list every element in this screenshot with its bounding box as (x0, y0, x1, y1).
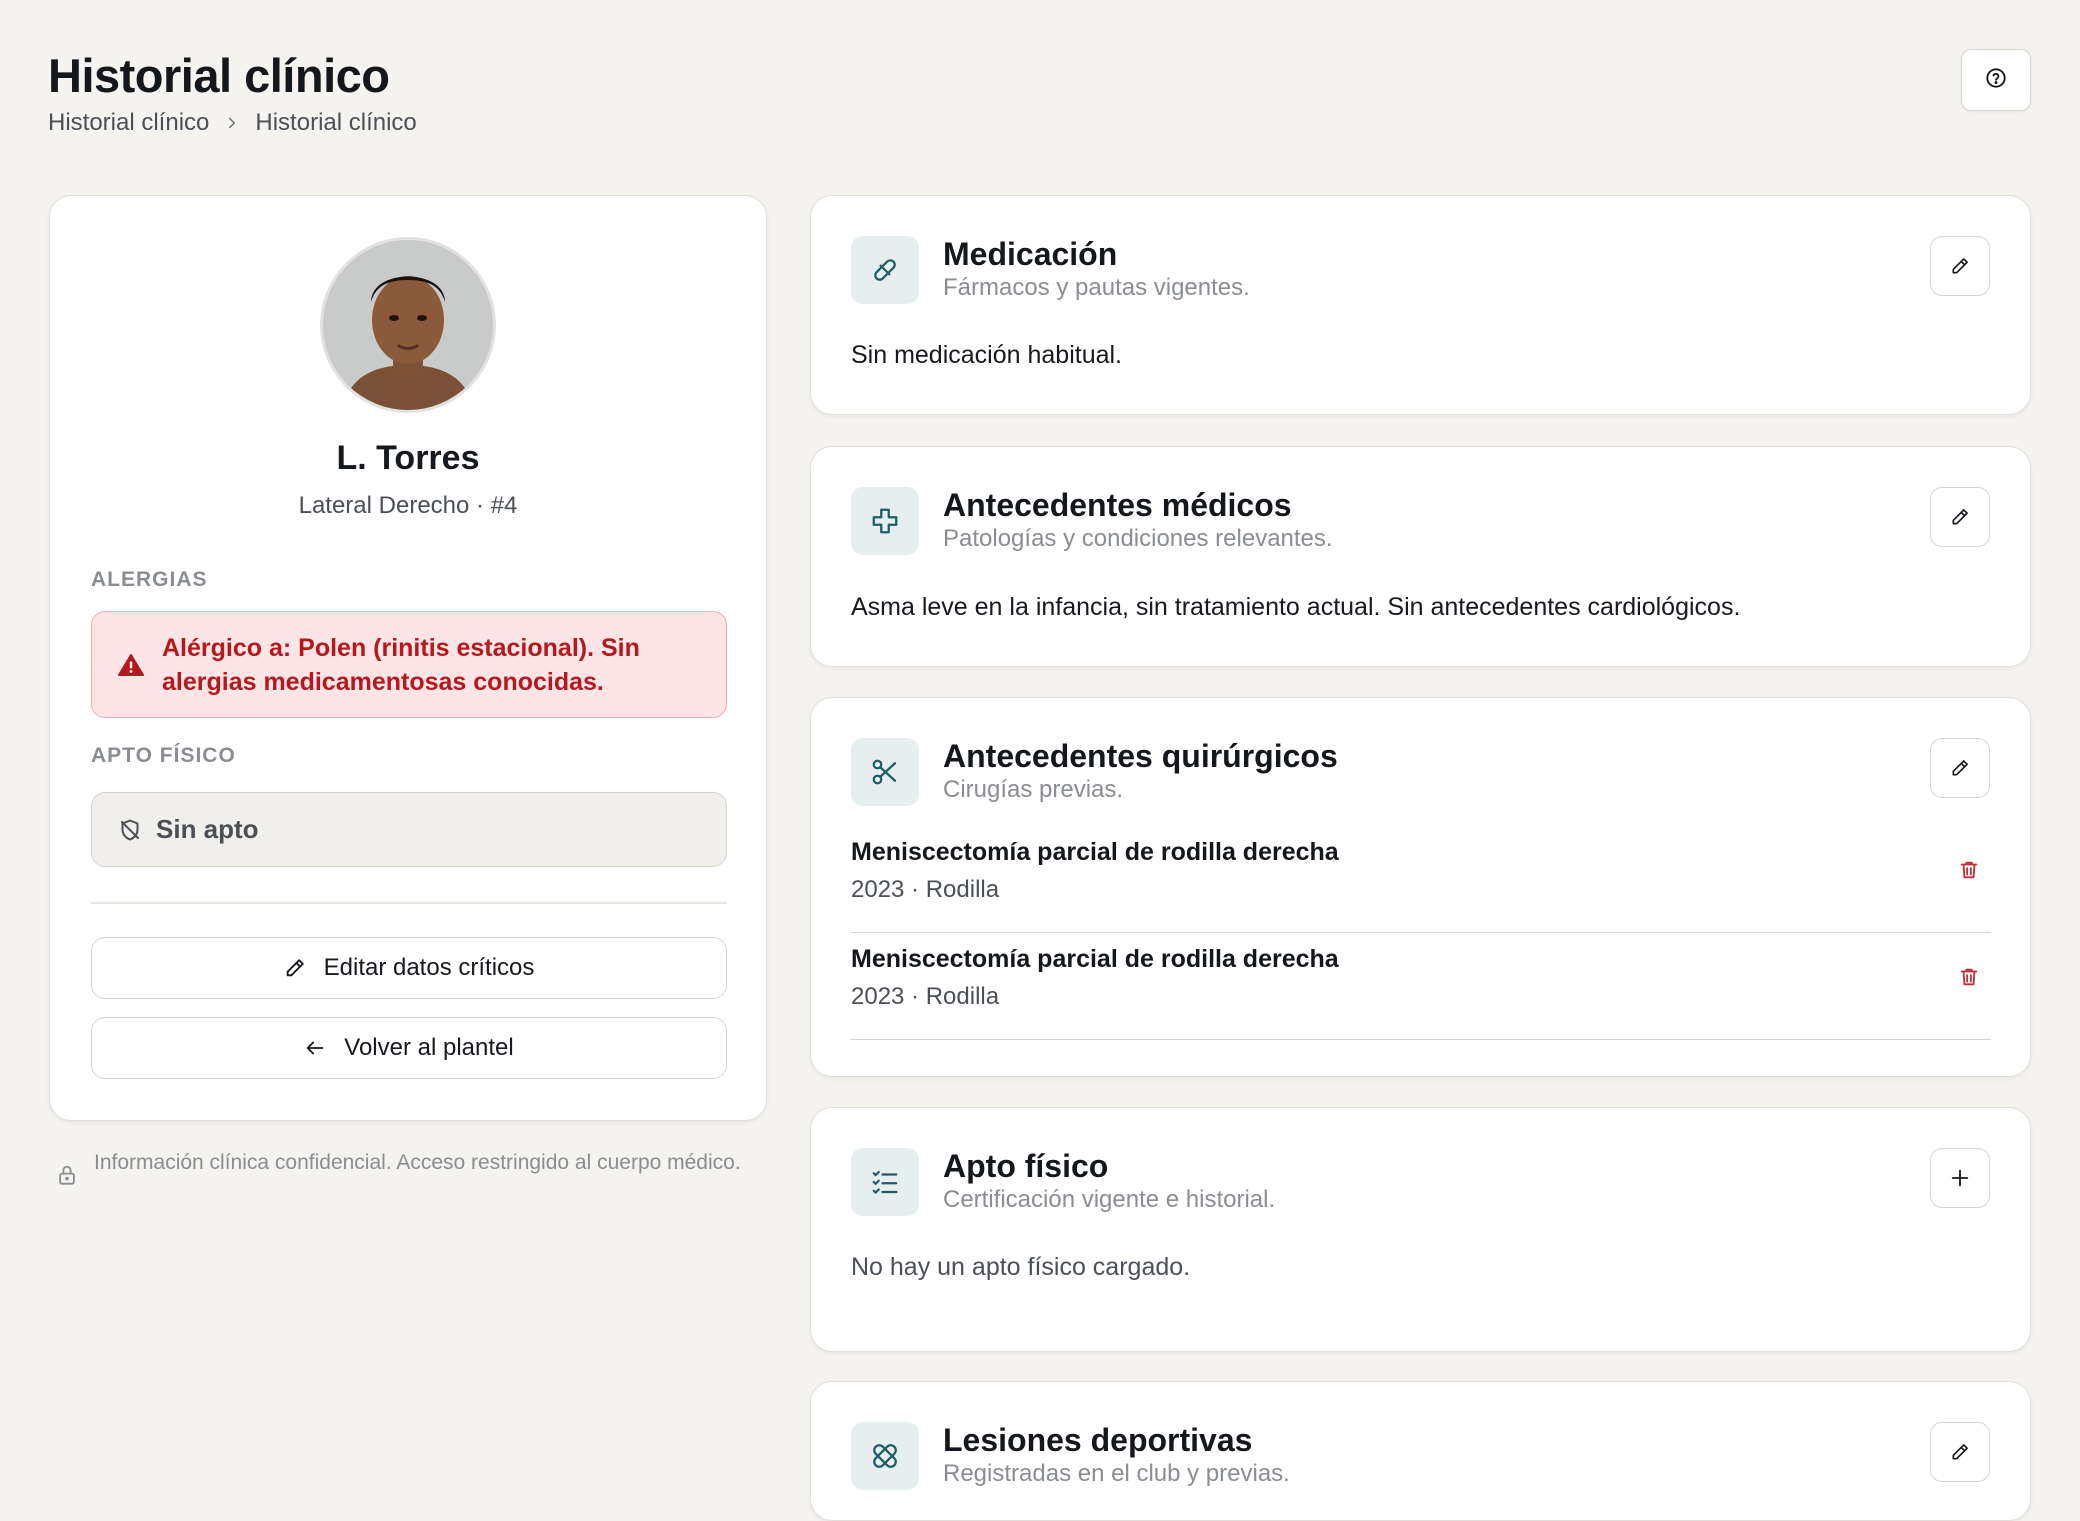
medication-title: Medicación (943, 236, 1118, 272)
medical-history-subtitle: Patologías y condiciones relevantes. (943, 525, 1333, 552)
surgery-name: Meniscectomía parcial de rodilla derecha (851, 838, 1339, 866)
player-position-number: Lateral Derecho · #4 (298, 492, 518, 519)
edit-surgical-history-button[interactable] (1930, 738, 1990, 798)
trash-icon (1958, 859, 1980, 881)
player-name: L. Torres (336, 439, 480, 477)
sports-injuries-title: Lesiones deportivas (943, 1422, 1253, 1458)
plus-icon (1949, 1167, 1971, 1189)
breadcrumb-item-root[interactable]: Historial clínico (48, 109, 209, 137)
medication-body: Sin medicación habitual. (851, 341, 1122, 369)
medical-history-card: Antecedentes médicos Patologías y condic… (810, 446, 2031, 667)
pencil-icon (1950, 507, 1970, 527)
surgical-history-subtitle: Cirugías previas. (943, 776, 1124, 803)
bandage-icon (851, 1422, 919, 1490)
allergies-label: ALERGIAS (91, 568, 208, 591)
pencil-icon (1950, 1442, 1970, 1462)
delete-surgery-button[interactable] (1953, 854, 1985, 886)
divider (91, 902, 727, 904)
shield-off-icon (118, 818, 142, 842)
fitness-status-text: Sin apto (156, 814, 259, 844)
lock-icon (56, 1164, 78, 1186)
medication-card: Medicación Fármacos y pautas vigentes. S… (810, 195, 2031, 415)
medical-history-body: Asma leve en la infancia, sin tratamient… (851, 593, 1741, 621)
surgery-meta: 2023 · Rodilla (851, 876, 1000, 903)
breadcrumb: Historial clínico Historial clínico (48, 109, 417, 137)
chevron-right-icon (223, 114, 241, 132)
surgery-name: Meniscectomía parcial de rodilla derecha (851, 945, 1339, 973)
fitness-certificate-card: Apto físico Certificación vigente e hist… (810, 1107, 2031, 1352)
avatar (320, 237, 496, 413)
edit-critical-data-button[interactable]: Editar datos críticos (91, 937, 727, 999)
page-title: Historial clínico (48, 49, 390, 102)
surgical-history-title: Antecedentes quirúrgicos (943, 738, 1338, 774)
pencil-icon (1950, 256, 1970, 276)
fitness-certificate-subtitle: Certificación vigente e historial. (943, 1186, 1276, 1213)
pill-icon (851, 236, 919, 304)
help-button[interactable] (1961, 49, 2031, 111)
allergy-alert: Alérgico a: Polen (rinitis estacional). … (91, 611, 727, 718)
scissors-icon (851, 738, 919, 806)
allergy-text: Alérgico a: Polen (rinitis estacional). … (162, 633, 640, 696)
medical-cross-icon (851, 487, 919, 555)
add-fitness-certificate-button[interactable] (1930, 1148, 1990, 1208)
sports-injuries-subtitle: Registradas en el club y previas. (943, 1460, 1290, 1487)
player-profile-card: L. Torres Lateral Derecho · #4 ALERGIAS … (49, 195, 767, 1121)
arrow-left-icon (304, 1037, 326, 1059)
confidential-note-text: Información clínica confidencial. Acceso… (94, 1151, 741, 1174)
pencil-icon (1950, 758, 1970, 778)
medical-history-title: Antecedentes médicos (943, 487, 1292, 523)
pencil-icon (284, 957, 306, 979)
breadcrumb-item-current: Historial clínico (255, 109, 417, 136)
back-to-squad-label: Volver al plantel (344, 1034, 514, 1061)
help-circle-icon (1985, 67, 2007, 94)
trash-icon (1958, 966, 1980, 988)
back-to-squad-button[interactable]: Volver al plantel (91, 1017, 727, 1079)
fitness-label: APTO FÍSICO (91, 744, 236, 767)
delete-surgery-button[interactable] (1953, 961, 1985, 993)
edit-medication-button[interactable] (1930, 236, 1990, 296)
warning-triangle-icon (118, 653, 144, 677)
surgery-list-item: Meniscectomía parcial de rodilla derecha… (851, 935, 1991, 1040)
edit-critical-data-label: Editar datos críticos (323, 954, 535, 981)
edit-medical-history-button[interactable] (1930, 487, 1990, 547)
fitness-certificate-title: Apto físico (943, 1148, 1109, 1184)
surgery-list-item: Meniscectomía parcial de rodilla derecha… (851, 828, 1991, 933)
medication-subtitle: Fármacos y pautas vigentes. (943, 274, 1250, 301)
fitness-certificate-body: No hay un apto físico cargado. (851, 1253, 1191, 1281)
checklist-icon (851, 1148, 919, 1216)
confidential-note: Información clínica confidencial. Acceso… (56, 1148, 746, 1186)
edit-sports-injuries-button[interactable] (1930, 1422, 1990, 1482)
fitness-status-badge: Sin apto (91, 792, 727, 867)
surgical-history-card: Antecedentes quirúrgicos Cirugías previa… (810, 697, 2031, 1077)
surgery-meta: 2023 · Rodilla (851, 983, 1000, 1010)
sports-injuries-card: Lesiones deportivas Registradas en el cl… (810, 1381, 2031, 1521)
